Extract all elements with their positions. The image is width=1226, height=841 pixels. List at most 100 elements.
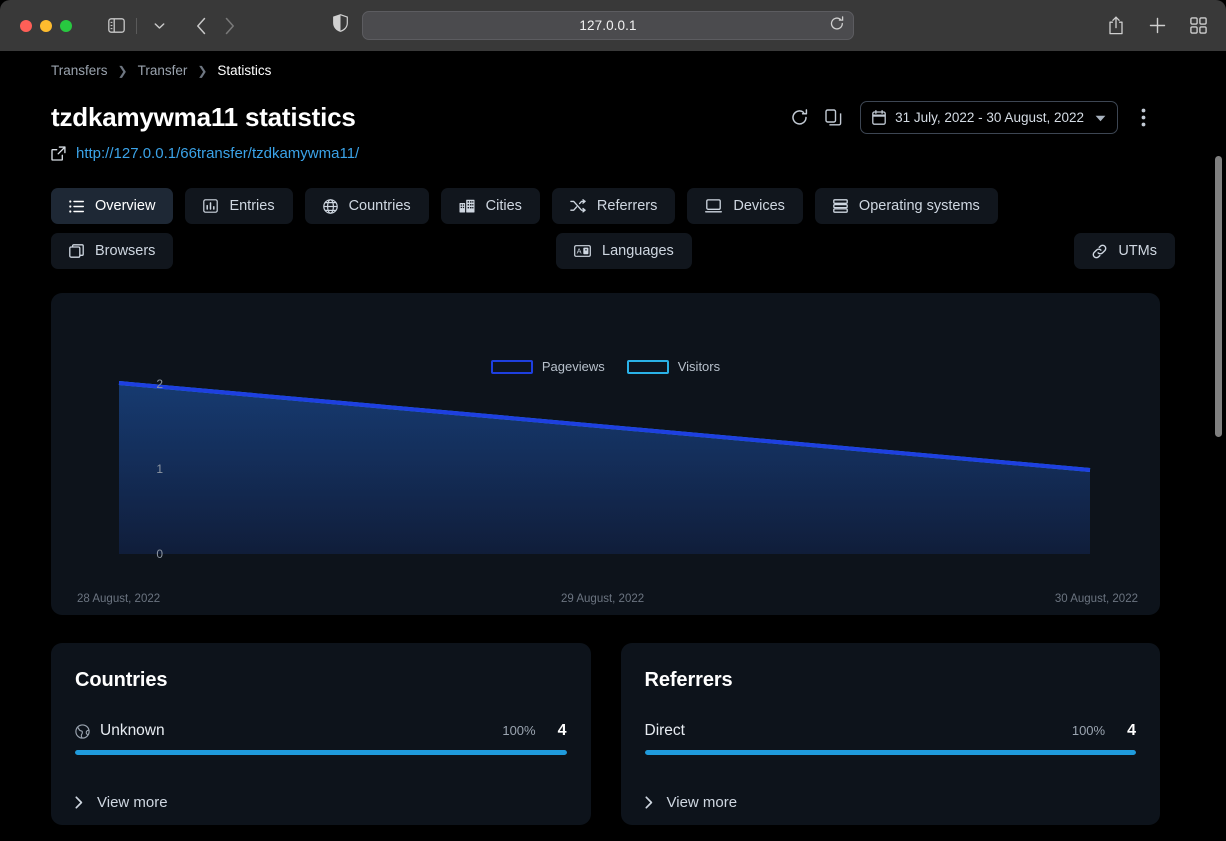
tab-browsers[interactable]: Browsers xyxy=(51,233,174,269)
tab-label: Entries xyxy=(229,198,275,214)
view-more-label: View more xyxy=(666,794,738,811)
tab-operating-systems[interactable]: Operating systems xyxy=(814,188,998,224)
referrers-card: Referrers Direct 100% 4 View more xyxy=(620,643,1160,825)
city-icon xyxy=(459,199,475,213)
chevron-right-icon xyxy=(75,796,83,809)
tab-label: Operating systems xyxy=(858,198,980,214)
stat-label: Unknown xyxy=(100,722,165,739)
tab-label: Devices xyxy=(733,198,785,214)
tab-countries[interactable]: Countries xyxy=(304,188,429,224)
x-tick-0: 28 August, 2022 xyxy=(77,593,161,605)
breadcrumb-separator-icon: ❯ xyxy=(117,63,128,78)
refresh-button[interactable] xyxy=(782,100,816,134)
stat-percent: 100% xyxy=(1071,723,1106,738)
chevron-down-icon xyxy=(1095,110,1106,125)
translate-icon: A xyxy=(574,245,591,257)
breadcrumb-item-transfer[interactable]: Transfer xyxy=(138,63,188,78)
chrome-divider xyxy=(136,17,137,34)
stat-percent: 100% xyxy=(502,723,536,738)
tabs-row-secondary: Browsers A Languages UTMs xyxy=(51,233,1175,269)
globe-icon xyxy=(75,723,90,739)
reload-icon[interactable] xyxy=(830,15,844,36)
date-range-picker[interactable]: 31 July, 2022 - 30 August, 2022 xyxy=(860,100,1118,134)
browser-window-icon xyxy=(69,244,84,258)
url-text: 127.0.0.1 xyxy=(579,18,637,33)
maximize-window-button[interactable] xyxy=(60,19,72,32)
tab-entries[interactable]: Entries xyxy=(185,188,293,224)
tab-grid-icon[interactable] xyxy=(1184,11,1212,39)
shuffle-icon xyxy=(570,199,586,213)
tab-devices[interactable]: Devices xyxy=(687,188,803,224)
breadcrumb: Transfers ❯ Transfer ❯ Statistics xyxy=(51,63,1226,78)
chrome-right-actions xyxy=(1102,11,1212,39)
browser-chrome: 127.0.0.1 xyxy=(0,0,1226,51)
external-link-icon xyxy=(51,146,66,161)
tab-label: Overview xyxy=(95,198,156,214)
card-title: Referrers xyxy=(644,669,733,691)
url-input[interactable]: 127.0.0.1 xyxy=(362,11,854,40)
back-arrow-icon[interactable] xyxy=(187,12,215,40)
x-tick-2: 30 August, 2022 xyxy=(1054,593,1138,605)
stats-tabs: Overview Entries Countries Cities Referr… xyxy=(51,188,1175,269)
tab-label: Browsers xyxy=(95,243,156,259)
plus-icon[interactable] xyxy=(1143,11,1171,39)
site-url-link[interactable]: http://127.0.0.1/66transfer/tzdkamywma11… xyxy=(76,145,359,162)
breadcrumb-separator-icon: ❯ xyxy=(197,63,208,78)
tab-label: Languages xyxy=(602,243,674,259)
countries-card: Countries Unknown 100% 4 View more xyxy=(51,643,591,825)
tab-cities[interactable]: Cities xyxy=(440,188,540,224)
stat-count: 4 xyxy=(1127,722,1136,739)
page-content: Transfers ❯ Transfer ❯ Statistics tzdkam… xyxy=(0,51,1226,841)
close-window-button[interactable] xyxy=(20,19,32,32)
globe-icon xyxy=(322,198,338,214)
more-options-button[interactable] xyxy=(1126,100,1160,134)
stat-progress-bar xyxy=(75,750,567,755)
sidebar-icon[interactable] xyxy=(102,12,130,40)
address-bar-area: 127.0.0.1 xyxy=(333,11,854,40)
summary-cards: Countries Unknown 100% 4 View more Refer… xyxy=(51,643,1160,825)
share-icon[interactable] xyxy=(1102,11,1130,39)
stat-row: Unknown 100% 4 xyxy=(75,722,567,740)
breadcrumb-item-transfers[interactable]: Transfers xyxy=(51,63,108,78)
tab-overview[interactable]: Overview xyxy=(51,188,174,224)
tab-referrers[interactable]: Referrers xyxy=(551,188,676,224)
list-icon xyxy=(69,199,84,213)
date-range-text: 31 July, 2022 - 30 August, 2022 xyxy=(895,109,1084,125)
page-title: tzdkamywma11 statistics xyxy=(51,101,356,132)
tab-label: Cities xyxy=(485,198,522,214)
chevron-right-icon xyxy=(644,796,653,809)
svg-text:A: A xyxy=(577,247,582,256)
view-more-countries-button[interactable]: View more xyxy=(75,794,168,811)
link-icon xyxy=(1092,244,1107,259)
site-link-row: http://127.0.0.1/66transfer/tzdkamywma11… xyxy=(51,145,1226,162)
tab-languages[interactable]: A Languages xyxy=(556,233,692,269)
tab-label: Countries xyxy=(348,198,411,214)
calendar-icon xyxy=(872,109,886,125)
stat-progress-fill xyxy=(75,750,567,755)
card-title: Countries xyxy=(75,669,168,691)
privacy-shield-icon[interactable] xyxy=(333,14,348,37)
forward-arrow-icon[interactable] xyxy=(215,12,243,40)
minimize-window-button[interactable] xyxy=(40,19,52,32)
tab-utms[interactable]: UTMs xyxy=(1074,233,1175,269)
copy-button[interactable] xyxy=(816,100,850,134)
view-more-label: View more xyxy=(97,794,168,811)
stat-label: Direct xyxy=(644,722,685,739)
overview-chart-card: Pageviews Visitors 2 1 0 28 August, 2022… xyxy=(51,293,1160,615)
tab-label: UTMs xyxy=(1118,243,1157,259)
chevron-down-icon[interactable] xyxy=(145,12,173,40)
tabs-row-primary: Overview Entries Countries Cities Referr… xyxy=(51,188,1175,224)
breadcrumb-item-statistics: Statistics xyxy=(217,63,272,78)
page-scrollbar[interactable] xyxy=(1215,156,1222,437)
stat-row: Direct 100% 4 xyxy=(645,722,1137,740)
stat-progress-fill xyxy=(644,750,1136,755)
bar-chart-icon xyxy=(203,199,219,213)
chart-area-visitors xyxy=(119,383,1090,554)
title-row: tzdkamywma11 statistics 31 July, 2022 - … xyxy=(51,100,1160,134)
tab-label: Referrers xyxy=(596,198,658,214)
view-more-referrers-button[interactable]: View more xyxy=(644,794,738,811)
chart-plot xyxy=(118,381,1091,615)
monitor-icon xyxy=(705,199,723,213)
header-actions: 31 July, 2022 - 30 August, 2022 xyxy=(782,100,1160,134)
stat-progress-bar xyxy=(644,750,1136,755)
